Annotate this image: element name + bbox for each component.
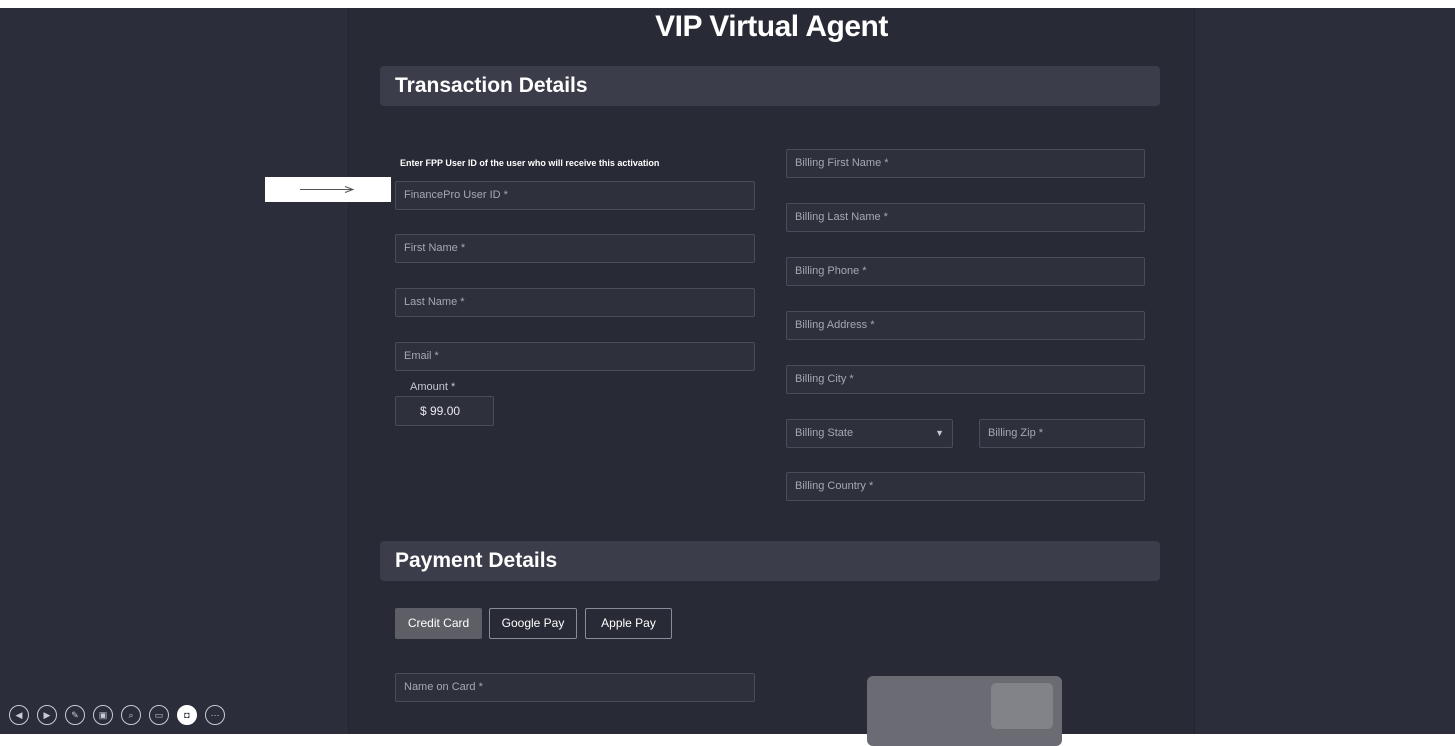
captions-icon[interactable]: ▭ — [149, 705, 169, 725]
page-title: VIP Virtual Agent — [655, 10, 888, 43]
billing-zip-input[interactable]: Billing Zip * — [979, 419, 1145, 448]
transaction-details-header: Transaction Details — [380, 66, 1160, 106]
payment-details-header: Payment Details — [380, 541, 1160, 581]
pen-icon[interactable]: ✎ — [65, 705, 85, 725]
presentation-toolbar: ◀ ▶ ✎ ▣ ⌕ ▭ ◘ ⋯ — [9, 705, 225, 725]
email-input[interactable]: Email * — [395, 342, 755, 371]
billing-address-input[interactable]: Billing Address * — [786, 311, 1145, 340]
previous-icon[interactable]: ◀ — [9, 705, 29, 725]
billing-state-label: Billing State — [795, 427, 854, 439]
user-id-hint: Enter FPP User ID of the user who will r… — [400, 158, 660, 168]
credit-card-button[interactable]: Credit Card — [395, 608, 482, 639]
next-icon[interactable]: ▶ — [37, 705, 57, 725]
billing-city-input[interactable]: Billing City * — [786, 365, 1145, 394]
card-chip-icon — [991, 683, 1053, 729]
amount-label: Amount * — [410, 381, 456, 393]
billing-first-name-input[interactable]: Billing First Name * — [786, 149, 1145, 178]
pages-icon[interactable]: ▣ — [93, 705, 113, 725]
annotation-arrow — [265, 177, 391, 202]
billing-state-select[interactable]: Billing State ▼ — [786, 419, 953, 448]
billing-phone-input[interactable]: Billing Phone * — [786, 257, 1145, 286]
app-background: VIP Virtual Agent Transaction Details En… — [0, 8, 1455, 746]
card-preview — [867, 676, 1062, 746]
billing-country-input[interactable]: Billing Country * — [786, 472, 1145, 501]
financepro-user-id-input[interactable]: FinancePro User ID * — [395, 181, 755, 210]
google-pay-button[interactable]: Google Pay — [489, 608, 577, 639]
last-name-input[interactable]: Last Name * — [395, 288, 755, 317]
dropdown-caret-icon: ▼ — [935, 428, 944, 438]
amount-input[interactable]: $ 99.00 — [395, 396, 494, 426]
zoom-icon[interactable]: ⌕ — [121, 705, 141, 725]
camera-icon[interactable]: ◘ — [177, 705, 197, 725]
more-icon[interactable]: ⋯ — [205, 705, 225, 725]
name-on-card-input[interactable]: Name on Card * — [395, 673, 755, 702]
form-panel: VIP Virtual Agent Transaction Details En… — [348, 8, 1195, 746]
first-name-input[interactable]: First Name * — [395, 234, 755, 263]
billing-last-name-input[interactable]: Billing Last Name * — [786, 203, 1145, 232]
apple-pay-button[interactable]: Apple Pay — [585, 608, 672, 639]
